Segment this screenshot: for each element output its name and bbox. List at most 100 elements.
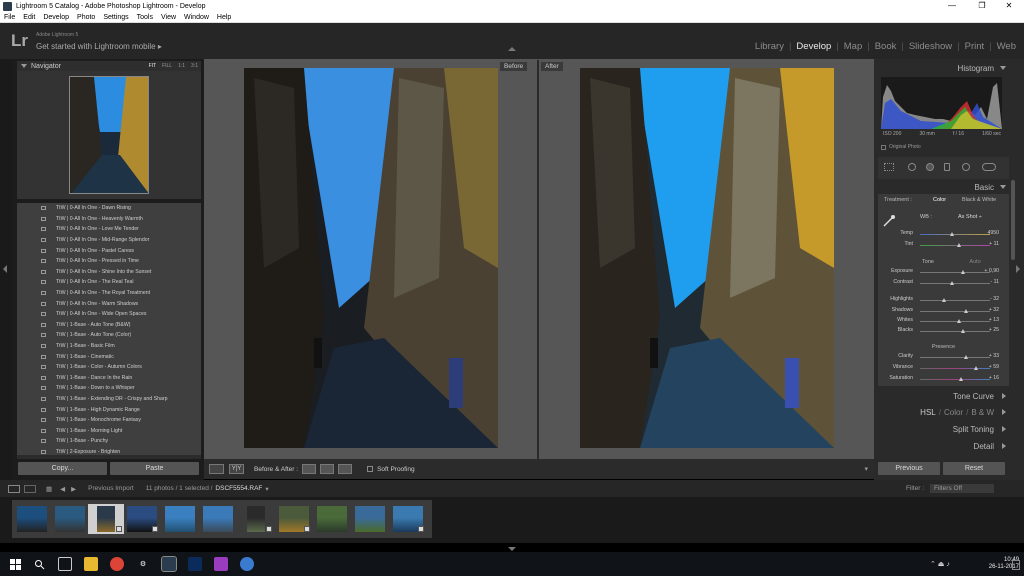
filmstrip-thumb[interactable] xyxy=(14,504,50,534)
spot-removal-icon[interactable] xyxy=(908,163,916,171)
histogram-header[interactable]: Histogram xyxy=(878,61,1009,75)
radial-filter-icon[interactable] xyxy=(962,163,970,171)
notifications-icon[interactable] xyxy=(1012,560,1020,570)
screen-2-icon[interactable] xyxy=(24,484,36,493)
filmstrip-thumb[interactable] xyxy=(276,504,312,534)
copy-before-to-after-button[interactable] xyxy=(302,464,317,474)
preset-item[interactable]: TtW | 0-All In One - Shine Into the Suns… xyxy=(17,267,201,278)
preset-item[interactable]: TtW | 1-Base - Morning Light xyxy=(17,425,201,436)
menu-photo[interactable]: Photo xyxy=(73,14,99,21)
split-toning-header[interactable]: Split Toning xyxy=(878,422,1009,436)
navigator-preview[interactable] xyxy=(69,76,149,194)
zoom-fill[interactable]: FILL xyxy=(159,63,175,69)
app-taskbar-icon[interactable] xyxy=(214,557,228,571)
slider-track[interactable] xyxy=(920,272,990,273)
menu-settings[interactable]: Settings xyxy=(99,14,132,21)
slider-value[interactable]: + 11 xyxy=(989,241,999,247)
slider-value[interactable]: + 16 xyxy=(989,375,999,381)
search-icon[interactable] xyxy=(32,557,46,571)
preset-item[interactable]: TtW | 0-All In One - Mid-Range Splendor xyxy=(17,235,201,246)
preset-item[interactable]: TtW | 1-Base - Cinematic xyxy=(17,351,201,362)
slider-value[interactable]: - 11 xyxy=(990,279,999,285)
mobile-promo-link[interactable]: Get started with Lightroom mobile ▸ xyxy=(36,42,162,51)
maximize-button[interactable]: ❐ xyxy=(967,0,997,12)
preset-item[interactable]: TtW | 0-All In One - The Royal Treatment xyxy=(17,288,201,299)
before-photo[interactable] xyxy=(244,68,498,448)
filmstrip-thumb[interactable] xyxy=(124,504,160,534)
filmstrip-thumb[interactable] xyxy=(352,504,388,534)
menu-develop[interactable]: Develop xyxy=(39,14,73,21)
previous-button[interactable]: Previous xyxy=(878,462,940,475)
preset-item[interactable]: TtW | 1-Base - High Dynamic Range xyxy=(17,404,201,415)
presets-scrollbar[interactable] xyxy=(17,455,201,459)
preset-item[interactable]: TtW | 1-Base - Monochrome Fantasy xyxy=(17,415,201,426)
treatment-color-option[interactable]: Color xyxy=(933,197,946,203)
browser-taskbar-icon[interactable] xyxy=(240,557,254,571)
slider-knob[interactable] xyxy=(956,243,961,247)
slider-value[interactable]: + 13 xyxy=(989,317,999,323)
preset-item[interactable]: TtW | 1-Base - Extending DR - Crispy and… xyxy=(17,394,201,405)
swap-before-after-button[interactable] xyxy=(338,464,353,474)
navigator-header[interactable]: Navigator FIT FILL 1:1 3:1 xyxy=(17,61,201,71)
slider-knob[interactable] xyxy=(958,377,963,381)
module-library[interactable]: Library xyxy=(755,41,784,52)
eyedropper-icon[interactable] xyxy=(882,214,896,228)
module-slideshow[interactable]: Slideshow xyxy=(909,41,952,52)
slider-value[interactable]: + 59 xyxy=(989,364,999,370)
before-after-view-button[interactable]: Y|Y xyxy=(229,464,244,474)
slider-track[interactable] xyxy=(920,357,990,358)
slider-track[interactable] xyxy=(920,331,990,332)
chrome-icon[interactable] xyxy=(110,557,124,571)
collapse-bottom-arrow-icon[interactable] xyxy=(508,547,516,551)
filmstrip-thumb[interactable] xyxy=(314,504,350,534)
lightroom-taskbar-icon[interactable] xyxy=(161,556,177,572)
slider-value[interactable]: + 32 xyxy=(989,307,999,313)
preset-item[interactable]: TtW | 0-All In One - Pastel Caress xyxy=(17,245,201,256)
slider-value[interactable]: - 32 xyxy=(990,296,999,302)
preset-item[interactable]: TtW | 0-All In One - Warm Shadows xyxy=(17,298,201,309)
slider-track[interactable] xyxy=(920,245,990,246)
selected-filename[interactable]: DSCF5554.RAF xyxy=(215,485,262,492)
collapse-top-arrow-icon[interactable] xyxy=(508,47,516,51)
copy-after-to-before-button[interactable] xyxy=(320,464,335,474)
minimize-button[interactable]: — xyxy=(937,0,967,12)
preset-item[interactable]: TtW | 1-Base - Color - Autumn Colors xyxy=(17,362,201,373)
wb-dropdown[interactable]: As Shot ÷ xyxy=(958,214,982,220)
basic-header[interactable]: Basic xyxy=(878,180,1009,194)
slider-knob[interactable] xyxy=(941,298,946,302)
loupe-view-button[interactable] xyxy=(209,464,224,474)
collapse-right-arrow-icon[interactable] xyxy=(1016,265,1020,273)
copy-button[interactable]: Copy... xyxy=(18,462,107,475)
reset-button[interactable]: Reset xyxy=(943,462,1005,475)
after-photo[interactable] xyxy=(580,68,834,448)
slider-track[interactable] xyxy=(920,283,990,284)
grid-icon[interactable]: ▦ xyxy=(46,485,52,493)
preset-item[interactable]: TtW | 1-Base - Dance In the Rain xyxy=(17,373,201,384)
zoom-fit[interactable]: FIT xyxy=(146,63,160,69)
slider-knob[interactable] xyxy=(949,281,954,285)
filmstrip-thumb[interactable] xyxy=(200,504,236,534)
treatment-bw-option[interactable]: Black & White xyxy=(962,197,996,203)
slider-knob[interactable] xyxy=(961,270,966,274)
preset-item[interactable]: TtW | 0-All In One - The Real Teal xyxy=(17,277,201,288)
slider-track[interactable] xyxy=(920,234,990,235)
preset-item[interactable]: TtW | 1-Base - Auto Tone (Color) xyxy=(17,330,201,341)
menu-window[interactable]: Window xyxy=(180,14,213,21)
original-photo-checkbox[interactable] xyxy=(881,144,886,150)
module-map[interactable]: Map xyxy=(844,41,862,52)
back-arrow-icon[interactable]: ◀ xyxy=(60,485,65,493)
zoom-1-1[interactable]: 1:1 xyxy=(175,63,188,69)
slider-knob[interactable] xyxy=(974,366,978,370)
preset-item[interactable]: TtW | 1-Base - Down to a Whisper xyxy=(17,383,201,394)
slider-track[interactable] xyxy=(920,379,990,380)
original-photo-toggle[interactable]: Original Photo xyxy=(881,144,921,150)
preset-item[interactable]: TtW | 0-All In One - Heavenly Warmth xyxy=(17,214,201,225)
filmstrip-thumb[interactable] xyxy=(390,504,426,534)
close-button[interactable]: ✕ xyxy=(994,0,1024,12)
filmstrip-thumb[interactable] xyxy=(52,504,88,534)
filmstrip-thumb[interactable] xyxy=(162,504,198,534)
menu-tools[interactable]: Tools xyxy=(133,14,157,21)
preset-item[interactable]: TtW | 0-All In One - Pressed in Time xyxy=(17,256,201,267)
preset-item[interactable]: TtW | 1-Base - Punchy xyxy=(17,436,201,447)
windows-start-icon[interactable] xyxy=(8,557,22,571)
